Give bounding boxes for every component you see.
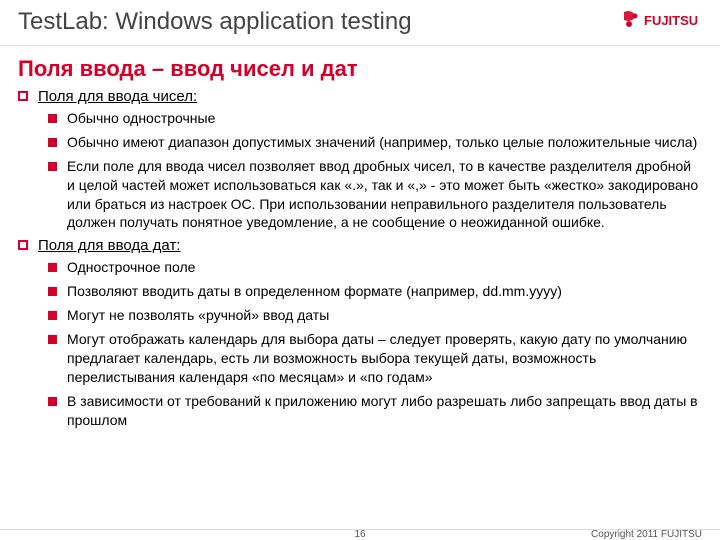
- bullet-icon: [48, 287, 57, 296]
- logo-text: FUJITSU: [644, 13, 698, 28]
- bullet-icon: [48, 263, 57, 272]
- item-text: Могут не позволять «ручной» ввод даты: [67, 306, 700, 325]
- slide-header: TestLab: Windows application testing FUJ…: [0, 0, 720, 41]
- slide-subtitle: Поля ввода – ввод чисел и дат: [0, 46, 720, 88]
- hollow-bullet-icon: [18, 240, 28, 250]
- slide-footer: 16 Copyright 2011 FUJITSU: [0, 529, 720, 534]
- item-text: В зависимости от требований к приложению…: [67, 392, 700, 430]
- list-item: Если поле для ввода чисел позволяет ввод…: [48, 157, 700, 233]
- item-text: Могут отображать календарь для выбора да…: [67, 330, 700, 387]
- section-title: Поля для ввода чисел:: [38, 88, 197, 105]
- bullet-icon: [48, 138, 57, 147]
- page-number: 16: [354, 529, 365, 540]
- list-item: Обычно имеют диапазон допустимых значени…: [48, 133, 700, 152]
- section-title: Поля для ввода дат:: [38, 237, 180, 254]
- bullet-icon: [48, 311, 57, 320]
- bullet-icon: [48, 335, 57, 344]
- section-items: Однострочное поле Позволяют вводить даты…: [28, 258, 700, 429]
- header-title: TestLab: Windows application testing: [18, 8, 412, 36]
- hollow-bullet-icon: [18, 91, 28, 101]
- item-text: Позволяют вводить даты в определенном фо…: [67, 282, 700, 301]
- slide-content: Поля для ввода чисел: Обычно однострочны…: [0, 88, 720, 429]
- section-head: Поля для ввода чисел:: [28, 88, 700, 105]
- bullet-icon: [48, 162, 57, 171]
- list-item: Однострочное поле: [48, 258, 700, 277]
- list-item: В зависимости от требований к приложению…: [48, 392, 700, 430]
- list-item: Позволяют вводить даты в определенном фо…: [48, 282, 700, 301]
- item-text: Обычно имеют диапазон допустимых значени…: [67, 133, 700, 152]
- section-numbers: Поля для ввода чисел: Обычно однострочны…: [28, 88, 700, 232]
- bullet-icon: [48, 397, 57, 406]
- list-item: Обычно однострочные: [48, 109, 700, 128]
- item-text: Если поле для ввода чисел позволяет ввод…: [67, 157, 700, 233]
- section-dates: Поля для ввода дат: Однострочное поле По…: [28, 237, 700, 429]
- section-items: Обычно однострочные Обычно имеют диапазо…: [28, 109, 700, 232]
- section-head: Поля для ввода дат:: [28, 237, 700, 254]
- list-item: Могут не позволять «ручной» ввод даты: [48, 306, 700, 325]
- list-item: Могут отображать календарь для выбора да…: [48, 330, 700, 387]
- item-text: Однострочное поле: [67, 258, 700, 277]
- bullet-icon: [48, 114, 57, 123]
- fujitsu-logo: FUJITSU: [622, 10, 702, 37]
- item-text: Обычно однострочные: [67, 109, 700, 128]
- copyright-text: Copyright 2011 FUJITSU: [591, 529, 702, 540]
